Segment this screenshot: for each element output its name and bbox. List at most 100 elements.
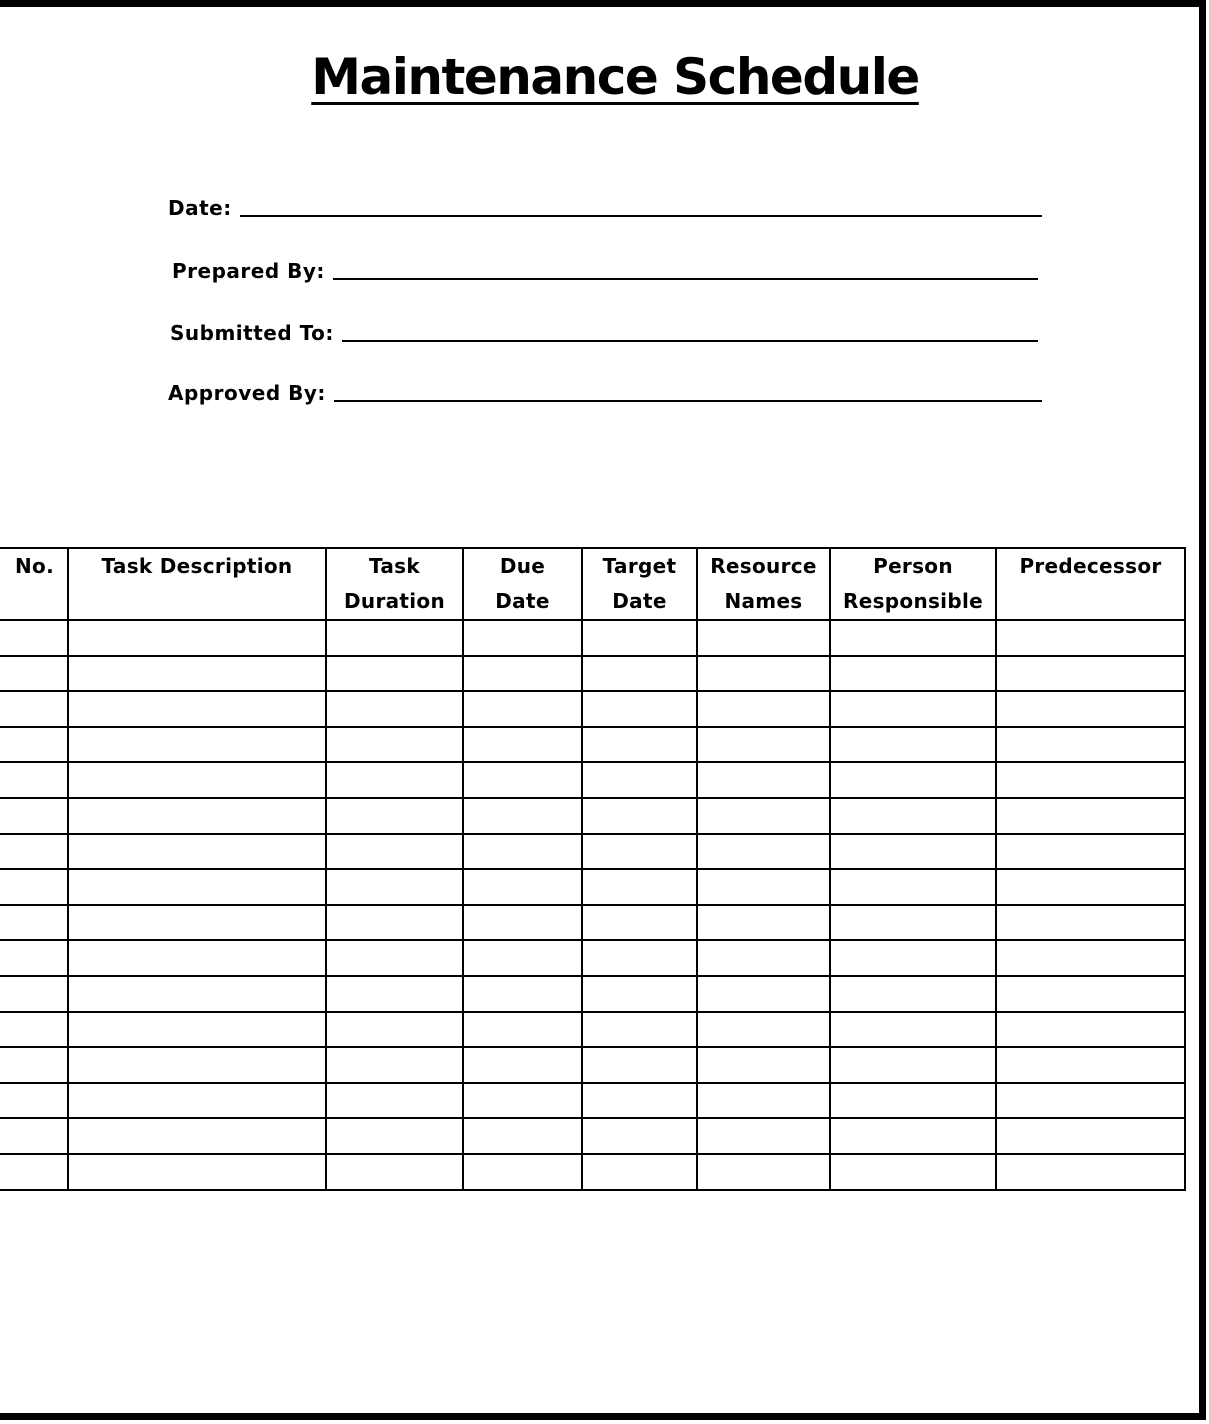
- cell-task-duration[interactable]: [325, 1152, 464, 1191]
- cell-task-description[interactable]: [67, 619, 327, 657]
- cell-no[interactable]: [0, 725, 69, 764]
- cell-no[interactable]: [0, 832, 69, 871]
- cell-task-description[interactable]: [67, 974, 327, 1013]
- cell-task-description[interactable]: [67, 725, 327, 764]
- approved-by-input-line[interactable]: [333, 400, 1042, 402]
- cell-target-date[interactable]: [581, 1081, 698, 1120]
- cell-person-responsible[interactable]: [829, 761, 997, 799]
- cell-task-duration[interactable]: [325, 690, 464, 728]
- cell-predecessor[interactable]: [995, 974, 1186, 1013]
- cell-no[interactable]: [0, 1117, 69, 1155]
- cell-predecessor[interactable]: [995, 903, 1186, 942]
- cell-due-date[interactable]: [462, 1117, 583, 1155]
- cell-due-date[interactable]: [462, 1081, 583, 1120]
- cell-person-responsible[interactable]: [829, 903, 997, 942]
- cell-person-responsible[interactable]: [829, 1081, 997, 1120]
- cell-task-duration[interactable]: [325, 654, 464, 693]
- cell-task-duration[interactable]: [325, 1046, 464, 1084]
- cell-predecessor[interactable]: [995, 939, 1186, 977]
- cell-person-responsible[interactable]: [829, 939, 997, 977]
- cell-target-date[interactable]: [581, 1010, 698, 1049]
- cell-task-description[interactable]: [67, 1081, 327, 1120]
- submitted-to-input-line[interactable]: [341, 340, 1038, 342]
- cell-no[interactable]: [0, 939, 69, 977]
- cell-resource-names[interactable]: [696, 974, 831, 1013]
- cell-no[interactable]: [0, 1152, 69, 1191]
- cell-task-duration[interactable]: [325, 1117, 464, 1155]
- cell-person-responsible[interactable]: [829, 1117, 997, 1155]
- cell-due-date[interactable]: [462, 832, 583, 871]
- cell-predecessor[interactable]: [995, 761, 1186, 799]
- cell-task-duration[interactable]: [325, 725, 464, 764]
- cell-predecessor[interactable]: [995, 619, 1186, 657]
- cell-resource-names[interactable]: [696, 761, 831, 799]
- cell-resource-names[interactable]: [696, 1152, 831, 1191]
- cell-due-date[interactable]: [462, 690, 583, 728]
- cell-target-date[interactable]: [581, 1046, 698, 1084]
- cell-target-date[interactable]: [581, 903, 698, 942]
- cell-due-date[interactable]: [462, 796, 583, 835]
- cell-resource-names[interactable]: [696, 796, 831, 835]
- cell-no[interactable]: [0, 974, 69, 1013]
- cell-task-description[interactable]: [67, 796, 327, 835]
- cell-person-responsible[interactable]: [829, 1152, 997, 1191]
- cell-no[interactable]: [0, 690, 69, 728]
- cell-person-responsible[interactable]: [829, 654, 997, 693]
- cell-no[interactable]: [0, 903, 69, 942]
- cell-due-date[interactable]: [462, 868, 583, 906]
- cell-predecessor[interactable]: [995, 832, 1186, 871]
- cell-task-description[interactable]: [67, 1046, 327, 1084]
- cell-person-responsible[interactable]: [829, 974, 997, 1013]
- cell-target-date[interactable]: [581, 725, 698, 764]
- cell-no[interactable]: [0, 1010, 69, 1049]
- cell-no[interactable]: [0, 654, 69, 693]
- cell-target-date[interactable]: [581, 939, 698, 977]
- cell-due-date[interactable]: [462, 903, 583, 942]
- cell-task-duration[interactable]: [325, 832, 464, 871]
- cell-no[interactable]: [0, 619, 69, 657]
- cell-task-duration[interactable]: [325, 796, 464, 835]
- prepared-by-input-line[interactable]: [332, 278, 1038, 280]
- cell-task-duration[interactable]: [325, 939, 464, 977]
- cell-predecessor[interactable]: [995, 1010, 1186, 1049]
- cell-resource-names[interactable]: [696, 1046, 831, 1084]
- date-input-line[interactable]: [239, 215, 1042, 217]
- cell-person-responsible[interactable]: [829, 868, 997, 906]
- cell-task-duration[interactable]: [325, 619, 464, 657]
- cell-target-date[interactable]: [581, 1117, 698, 1155]
- cell-target-date[interactable]: [581, 761, 698, 799]
- cell-resource-names[interactable]: [696, 903, 831, 942]
- cell-due-date[interactable]: [462, 1046, 583, 1084]
- cell-task-description[interactable]: [67, 832, 327, 871]
- cell-task-description[interactable]: [67, 1117, 327, 1155]
- cell-person-responsible[interactable]: [829, 796, 997, 835]
- cell-task-duration[interactable]: [325, 1081, 464, 1120]
- cell-person-responsible[interactable]: [829, 832, 997, 871]
- cell-predecessor[interactable]: [995, 725, 1186, 764]
- cell-no[interactable]: [0, 761, 69, 799]
- cell-task-description[interactable]: [67, 903, 327, 942]
- cell-task-description[interactable]: [67, 939, 327, 977]
- cell-predecessor[interactable]: [995, 1117, 1186, 1155]
- cell-predecessor[interactable]: [995, 1152, 1186, 1191]
- cell-task-description[interactable]: [67, 654, 327, 693]
- cell-due-date[interactable]: [462, 761, 583, 799]
- cell-predecessor[interactable]: [995, 690, 1186, 728]
- cell-resource-names[interactable]: [696, 690, 831, 728]
- cell-due-date[interactable]: [462, 654, 583, 693]
- cell-task-duration[interactable]: [325, 761, 464, 799]
- cell-predecessor[interactable]: [995, 1081, 1186, 1120]
- cell-resource-names[interactable]: [696, 868, 831, 906]
- cell-due-date[interactable]: [462, 974, 583, 1013]
- cell-target-date[interactable]: [581, 619, 698, 657]
- cell-task-duration[interactable]: [325, 1010, 464, 1049]
- cell-due-date[interactable]: [462, 725, 583, 764]
- cell-task-description[interactable]: [67, 868, 327, 906]
- cell-task-duration[interactable]: [325, 868, 464, 906]
- cell-target-date[interactable]: [581, 1152, 698, 1191]
- cell-task-description[interactable]: [67, 761, 327, 799]
- cell-task-duration[interactable]: [325, 974, 464, 1013]
- cell-resource-names[interactable]: [696, 1117, 831, 1155]
- cell-resource-names[interactable]: [696, 832, 831, 871]
- cell-target-date[interactable]: [581, 690, 698, 728]
